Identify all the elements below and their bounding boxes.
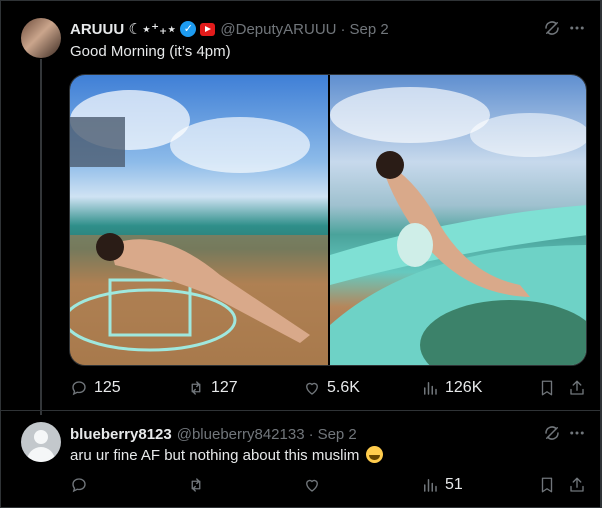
tweet-text: Good Morning (it’s 4pm) [70,43,231,60]
reply-date[interactable]: Sep 2 [318,426,357,443]
reply-view-count: 51 [445,476,463,493]
reply-repost-button[interactable] [187,476,205,494]
tweet-thread: ARUUU ☾⋆⁺₊⋆ ✓ @DeputyARUUU · Sep 2 Good … [0,0,602,508]
reply-author-handle[interactable]: @blueberry842133 [177,426,305,443]
repost-button[interactable]: 127 [187,379,238,397]
view-count: 126K [445,379,483,396]
reply-text-row: aru ur fine AF but nothing about this mu… [70,446,383,464]
tweet-header: ARUUU ☾⋆⁺₊⋆ ✓ @DeputyARUUU · Sep 2 [70,19,389,39]
tweet-photo-2[interactable] [330,75,586,365]
reply-icon [72,478,86,493]
repost-icon [191,381,201,395]
like-count: 5.6K [327,379,360,396]
separator-dot: · [308,425,314,443]
like-button[interactable]: 5.6K [303,379,360,397]
tweet-divider [1,410,601,411]
share-icon[interactable] [568,379,586,397]
author-name[interactable]: ARUUU ☾⋆⁺₊⋆ [70,20,176,38]
youtube-icon [200,22,216,36]
grok-icon[interactable] [543,424,561,442]
author-handle[interactable]: @DeputyARUUU [220,21,336,38]
reply-author-name[interactable]: blueberry8123 [70,426,172,443]
bookmark-icon[interactable] [538,476,556,494]
more-icon[interactable] [568,424,586,442]
views-icon [424,479,437,492]
share-icon[interactable] [568,476,586,494]
author-avatar[interactable] [21,18,61,58]
bookmark-icon[interactable] [538,379,556,397]
reply-author-avatar[interactable] [21,422,61,462]
repost-count: 127 [211,379,238,396]
tweet-media[interactable] [69,74,587,366]
reply-button[interactable]: 125 [70,379,121,397]
more-icon[interactable] [568,19,586,37]
verified-icon: ✓ [180,21,197,37]
views-icon [424,382,437,395]
thread-connector-line [40,59,42,415]
separator-dot: · [340,20,346,38]
reply-icon [72,381,86,396]
reply-reply-button[interactable] [70,476,88,494]
reply-views-button[interactable]: 51 [421,476,463,494]
reply-text: aru ur fine AF but nothing about this mu… [70,447,360,464]
like-icon [306,479,318,492]
reply-count: 125 [94,379,121,396]
laughing-emoji [365,446,383,463]
tweet-date[interactable]: Sep 2 [350,21,389,38]
like-icon [306,382,318,395]
tweet-photo-1[interactable] [70,75,328,365]
repost-icon [191,478,201,492]
views-button[interactable]: 126K [421,379,482,397]
grok-icon[interactable] [543,19,561,37]
reply-like-button[interactable] [303,476,321,494]
reply-header: blueberry8123 @blueberry842133 · Sep 2 [70,424,357,444]
